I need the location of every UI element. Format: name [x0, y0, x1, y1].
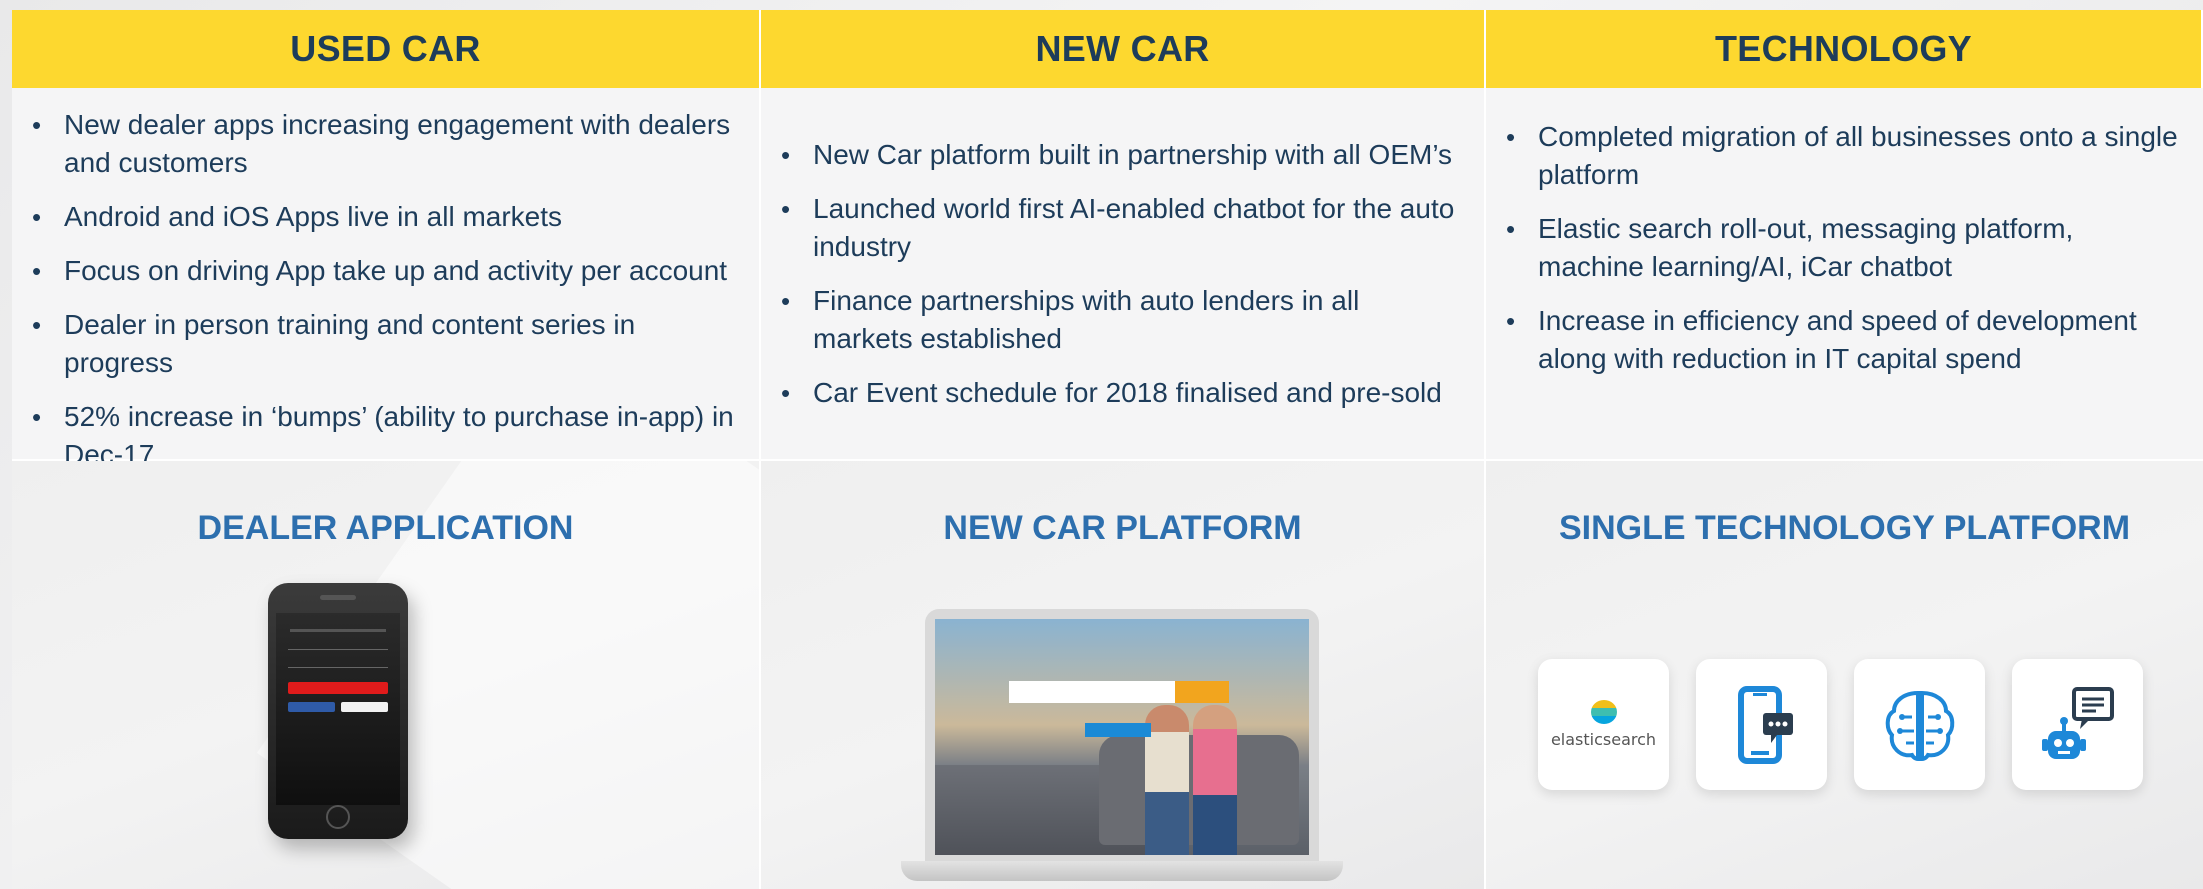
laptop-image [901, 609, 1343, 881]
bullet-item: Increase in efficiency and speed of deve… [1504, 302, 2185, 378]
bullet-item: Launched world first AI-enabled chatbot … [779, 190, 1466, 266]
brain-circuit-icon [1885, 690, 1954, 761]
phone-screen [276, 613, 400, 805]
chatbot-tile [2012, 659, 2143, 790]
header-technology: TECHNOLOGY [1486, 10, 2203, 88]
messaging-tile [1696, 659, 1827, 790]
header-new-car: NEW CAR [761, 10, 1486, 88]
dealer-application-panel: DEALER APPLICATION [12, 461, 761, 889]
technology-platform-panel: SINGLE TECHNOLOGY PLATFORM elasticsearch [1486, 461, 2203, 889]
search-button-graphic [1175, 681, 1229, 703]
smartphone-image [268, 583, 408, 839]
new-car-bullets: New Car platform built in partnership wi… [761, 88, 1486, 461]
laptop-lid [925, 609, 1319, 861]
bullet-item: Focus on driving App take up and activit… [30, 252, 741, 290]
facebook-button-graphic [288, 702, 335, 712]
login-bar [288, 682, 388, 694]
laptop-screen [935, 619, 1309, 855]
technology-tiles: elasticsearch [1538, 659, 2143, 790]
bullet-item: New dealer apps increasing engagement wi… [30, 106, 741, 182]
elasticsearch-logo-icon [1590, 700, 1617, 724]
phone-speaker [320, 595, 356, 600]
elasticsearch-tile: elasticsearch [1538, 659, 1669, 790]
section-title-dealer-application: DEALER APPLICATION [197, 509, 574, 547]
bullet-item: Completed migration of all businesses on… [1504, 118, 2185, 194]
laptop-base [901, 861, 1343, 881]
mobile-chat-icon [1737, 685, 1793, 764]
bullet-item: Car Event schedule for 2018 finalised an… [779, 374, 1466, 412]
bullet-item: New Car platform built in partnership wi… [779, 136, 1466, 174]
section-title-new-car-platform: NEW CAR PLATFORM [943, 509, 1302, 547]
home-button-graphic [326, 805, 350, 829]
bullet-item: Finance partnerships with auto lenders i… [779, 282, 1466, 358]
bullet-item: Dealer in person training and content se… [30, 306, 741, 382]
google-button-graphic [341, 702, 388, 712]
section-title-single-technology-platform: SINGLE TECHNOLOGY PLATFORM [1558, 509, 2131, 547]
person-photo [1145, 705, 1189, 855]
technology-bullets: Completed migration of all businesses on… [1486, 88, 2203, 461]
bullet-item: Elastic search roll-out, messaging platf… [1504, 210, 2185, 286]
header-used-car: USED CAR [12, 10, 761, 88]
bullet-item: Android and iOS Apps live in all markets [30, 198, 741, 236]
chatbot-icon [2041, 686, 2114, 759]
slide: USED CAR NEW CAR TECHNOLOGY New dealer a… [12, 10, 2203, 889]
used-car-bullets: New dealer apps increasing engagement wi… [12, 88, 761, 470]
new-car-platform-panel: NEW CAR PLATFORM [761, 461, 1486, 889]
ai-tile [1854, 659, 1985, 790]
person-photo [1193, 705, 1237, 855]
elasticsearch-label: elasticsearch [1550, 730, 1657, 749]
cta-button-graphic [1085, 723, 1151, 737]
